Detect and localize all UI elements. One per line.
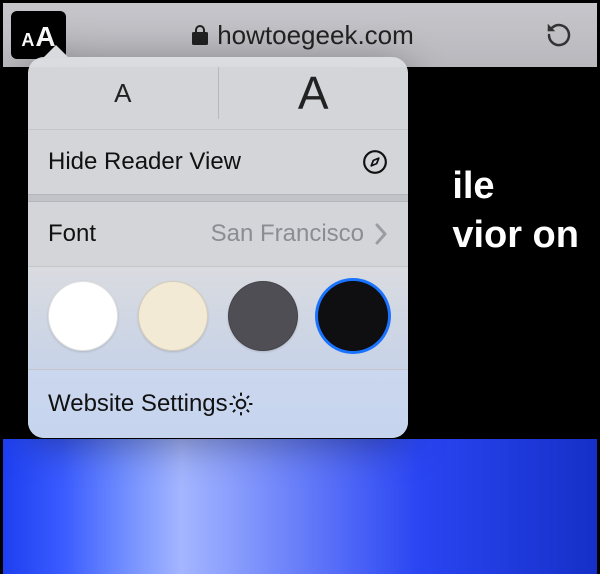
reload-icon [544,20,574,50]
theme-swatch-sepia[interactable] [138,281,208,351]
font-label: Font [48,220,96,248]
smaller-a-icon: A [114,78,131,109]
theme-colors-row [28,267,408,369]
lock-icon [191,24,209,46]
hide-reader-row[interactable]: Hide Reader View [28,130,408,194]
larger-a-icon: A [298,66,329,120]
website-settings-row[interactable]: Website Settings [28,370,408,438]
hide-reader-label: Hide Reader View [48,148,241,176]
article-title-frag2: vior on [452,211,579,260]
compass-icon [362,149,388,175]
article-title: ile vior on [452,162,579,261]
page-hero-image [3,439,597,574]
article-title-frag1: ile [452,162,579,211]
gear-icon [228,391,254,417]
reader-popover: A A Hide Reader View Font San Francisco [28,57,408,438]
theme-swatch-white[interactable] [48,281,118,351]
font-value: San Francisco [211,220,364,248]
font-row[interactable]: Font San Francisco [28,202,408,266]
text-size-row: A A [28,57,408,129]
theme-swatch-black[interactable] [318,281,388,351]
aa-small-letter: A [21,30,34,51]
section-divider [28,194,408,202]
chevron-right-icon [374,223,388,245]
reload-button[interactable] [539,15,579,55]
increase-text-button[interactable]: A [219,57,409,129]
url-text: howtoegeek.com [217,20,414,51]
popover-arrow [42,45,70,59]
theme-swatch-gray[interactable] [228,281,298,351]
url-field[interactable]: howtoegeek.com [76,20,529,51]
decrease-text-button[interactable]: A [28,57,218,129]
website-settings-label: Website Settings [48,390,228,418]
